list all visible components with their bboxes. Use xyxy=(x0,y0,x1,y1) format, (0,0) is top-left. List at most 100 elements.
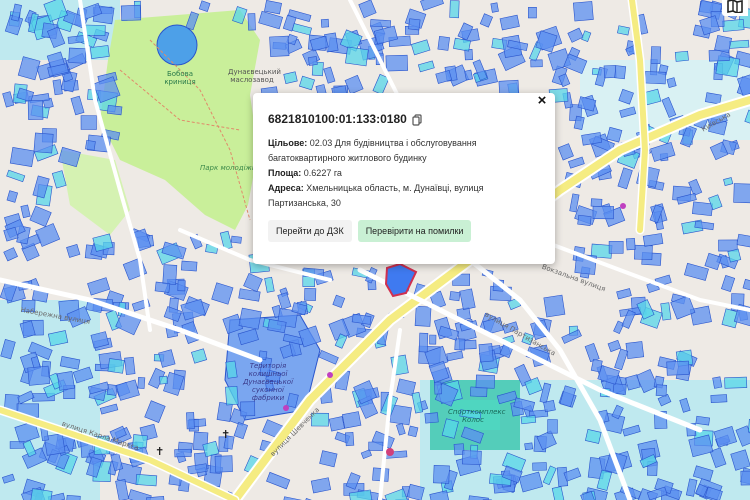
land-parcel[interactable] xyxy=(345,46,369,67)
close-icon[interactable]: × xyxy=(534,93,550,109)
land-parcel[interactable] xyxy=(418,332,429,353)
land-parcel[interactable] xyxy=(543,400,556,413)
land-parcel[interactable] xyxy=(475,374,495,389)
land-parcel[interactable] xyxy=(577,214,592,226)
land-parcel[interactable] xyxy=(304,287,317,301)
land-parcel[interactable] xyxy=(407,425,419,438)
land-parcel[interactable] xyxy=(368,441,384,451)
land-parcel[interactable] xyxy=(120,4,142,22)
land-parcel[interactable] xyxy=(520,415,537,425)
land-parcel[interactable] xyxy=(464,69,474,81)
land-parcel[interactable] xyxy=(674,50,689,62)
check-errors-button[interactable]: Перевірити на помилки xyxy=(357,220,472,242)
land-parcel[interactable] xyxy=(320,18,330,28)
land-parcel[interactable] xyxy=(230,235,242,244)
land-parcel[interactable] xyxy=(660,302,672,321)
land-parcel[interactable] xyxy=(650,46,662,64)
land-parcel[interactable] xyxy=(65,494,81,500)
land-parcel[interactable] xyxy=(634,244,653,260)
land-parcel[interactable] xyxy=(530,59,543,68)
land-parcel[interactable] xyxy=(733,183,750,204)
land-parcel[interactable] xyxy=(269,35,290,57)
land-parcel[interactable] xyxy=(692,201,714,217)
goto-dzk-button[interactable]: Перейти до ДЗК xyxy=(268,220,352,242)
land-parcel[interactable] xyxy=(424,412,439,424)
land-parcel[interactable] xyxy=(710,394,728,404)
land-parcel[interactable] xyxy=(135,473,158,487)
land-parcel[interactable] xyxy=(461,450,482,465)
land-parcel[interactable] xyxy=(524,442,534,451)
land-parcel[interactable] xyxy=(603,65,617,79)
land-parcel[interactable] xyxy=(214,455,233,473)
land-parcel[interactable] xyxy=(56,371,75,391)
land-parcel[interactable] xyxy=(718,239,738,252)
land-parcel[interactable] xyxy=(225,385,239,406)
land-parcel[interactable] xyxy=(84,24,106,37)
land-parcel[interactable] xyxy=(27,100,44,120)
land-parcel[interactable] xyxy=(433,464,450,484)
land-parcel[interactable] xyxy=(216,401,233,422)
land-parcel[interactable] xyxy=(449,0,460,19)
land-parcel[interactable] xyxy=(328,416,345,432)
land-parcel[interactable] xyxy=(68,47,87,64)
land-parcel[interactable] xyxy=(614,65,627,80)
land-parcel[interactable] xyxy=(437,35,450,51)
land-parcel[interactable] xyxy=(478,343,494,363)
land-parcel[interactable] xyxy=(408,18,421,31)
land-parcel[interactable] xyxy=(722,18,745,32)
corner-book-icon[interactable] xyxy=(722,0,748,16)
land-parcel[interactable] xyxy=(490,2,499,13)
land-parcel[interactable] xyxy=(124,356,136,375)
land-parcel[interactable] xyxy=(433,381,442,395)
land-parcel[interactable] xyxy=(33,132,54,154)
land-parcel[interactable] xyxy=(608,241,624,254)
land-parcel[interactable] xyxy=(9,441,25,449)
land-parcel[interactable] xyxy=(307,56,318,66)
land-parcel[interactable] xyxy=(27,365,51,386)
land-parcel[interactable] xyxy=(470,386,488,398)
land-parcel[interactable] xyxy=(625,341,645,360)
land-parcel[interactable] xyxy=(547,419,558,434)
land-parcel[interactable] xyxy=(186,412,195,430)
land-parcel[interactable] xyxy=(728,39,750,49)
land-parcel[interactable] xyxy=(592,205,614,220)
land-parcel[interactable] xyxy=(154,281,171,293)
land-parcel[interactable] xyxy=(714,34,733,54)
land-parcel[interactable] xyxy=(106,384,118,396)
copy-icon[interactable] xyxy=(412,113,422,126)
land-parcel[interactable] xyxy=(344,432,355,447)
land-parcel[interactable] xyxy=(625,237,636,251)
land-parcel[interactable] xyxy=(177,280,186,292)
land-parcel[interactable] xyxy=(385,54,408,72)
land-parcel[interactable] xyxy=(666,360,690,376)
land-parcel[interactable] xyxy=(225,360,238,379)
land-parcel[interactable] xyxy=(449,291,461,302)
land-parcel[interactable] xyxy=(370,19,391,28)
land-parcel[interactable] xyxy=(429,334,437,345)
land-parcel[interactable] xyxy=(727,248,742,263)
land-parcel[interactable] xyxy=(89,45,110,59)
land-parcel[interactable] xyxy=(655,384,667,397)
land-parcel[interactable] xyxy=(341,411,362,429)
land-parcel[interactable] xyxy=(740,470,750,486)
land-parcel[interactable] xyxy=(107,104,123,116)
land-parcel[interactable] xyxy=(572,1,594,22)
land-parcel[interactable] xyxy=(107,358,125,374)
land-parcel[interactable] xyxy=(414,305,432,327)
land-parcel[interactable] xyxy=(85,139,96,151)
land-parcel[interactable] xyxy=(712,376,723,389)
land-parcel[interactable] xyxy=(80,115,97,130)
land-parcel[interactable] xyxy=(174,448,192,458)
land-parcel[interactable] xyxy=(9,147,35,167)
land-parcel[interactable] xyxy=(137,376,146,389)
land-parcel[interactable] xyxy=(181,260,198,272)
land-parcel[interactable] xyxy=(695,415,711,426)
land-parcel[interactable] xyxy=(612,383,627,395)
land-parcel[interactable] xyxy=(532,462,547,471)
land-parcel[interactable] xyxy=(644,71,667,85)
land-parcel[interactable] xyxy=(543,294,566,318)
land-parcel[interactable] xyxy=(162,264,178,285)
land-parcel[interactable] xyxy=(238,307,262,330)
land-parcel[interactable] xyxy=(159,375,168,385)
land-parcel[interactable] xyxy=(590,198,603,207)
